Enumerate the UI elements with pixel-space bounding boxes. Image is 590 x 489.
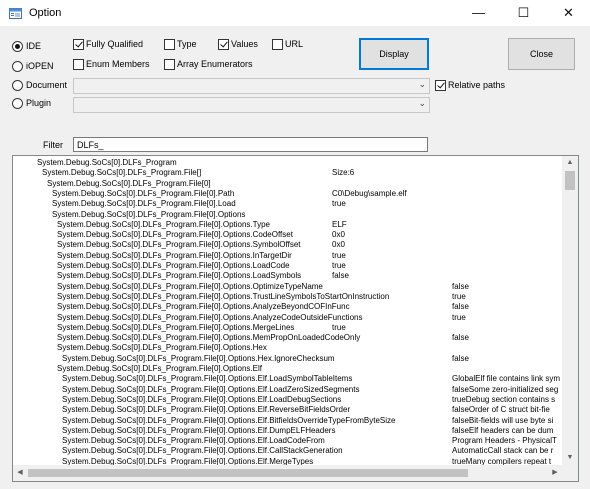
tree-item-value: ELF <box>332 219 347 229</box>
tree-item-value-extra: false <box>452 333 469 343</box>
radio-ide-label[interactable]: IDE <box>26 41 41 52</box>
scroll-right-icon[interactable]: ▶ <box>549 465 561 481</box>
tree-item-name[interactable]: System.Debug.SoCs[0].DLFs_Program.File[0… <box>47 179 211 189</box>
tree-item-name[interactable]: System.Debug.SoCs[0].DLFs_Program.File[0… <box>57 333 360 343</box>
filter-label: Filter <box>43 140 63 150</box>
app-icon <box>9 8 22 19</box>
close-button[interactable]: Close <box>508 38 575 70</box>
scroll-up-icon[interactable]: ▲ <box>562 157 578 169</box>
horizontal-scroll-thumb[interactable] <box>28 469 468 477</box>
scroll-down-icon[interactable]: ▼ <box>562 452 578 464</box>
filter-input[interactable]: DLFs_ <box>73 137 428 152</box>
radio-document-label[interactable]: Document <box>26 80 67 91</box>
fully-qualified-label[interactable]: Fully Qualified <box>86 39 143 50</box>
relative-paths-label[interactable]: Relative paths <box>448 80 505 91</box>
tree-item-value-extra: falseSome zero-initialized seg <box>452 384 559 394</box>
tree-item-name[interactable]: System.Debug.SoCs[0].DLFs_Program.File[0… <box>57 261 290 271</box>
horizontal-scrollbar[interactable]: ◀ ▶ <box>13 465 562 481</box>
tree-item-name[interactable]: System.Debug.SoCs[0].DLFs_Program.File[0… <box>62 436 325 446</box>
tree-item-name[interactable]: System.Debug.SoCs[0].DLFs_Program.File[0… <box>57 323 294 333</box>
display-button[interactable]: Display <box>359 38 429 70</box>
tree-item-value-extra: GlobalElf file contains link sym <box>452 374 561 384</box>
document-combobox[interactable]: ⌄ <box>73 78 430 94</box>
values-label[interactable]: Values <box>231 39 258 50</box>
tree-item-name[interactable]: System.Debug.SoCs[0].DLFs_Program.File[0… <box>57 343 267 353</box>
tree-item-name[interactable]: System.Debug.SoCs[0].DLFs_Program.File[0… <box>62 385 359 395</box>
tree-item-name[interactable]: System.Debug.SoCs[0].DLFs_Program.File[0… <box>57 313 362 323</box>
enum-members-checkbox[interactable] <box>73 59 84 70</box>
tree-item-value-extra: false <box>452 353 469 363</box>
radio-ide[interactable] <box>12 41 23 52</box>
tree-item-name[interactable]: System.Debug.SoCs[0].DLFs_Program.File[0… <box>52 199 236 209</box>
radio-plugin-label[interactable]: Plugin <box>26 98 51 109</box>
tree-item-value: 0x0 <box>332 240 345 250</box>
scrollbar-corner <box>562 465 578 481</box>
tree-item-name[interactable]: System.Debug.SoCs[0].DLFs_Program.File[0… <box>57 271 301 281</box>
type-label[interactable]: Type <box>177 39 197 50</box>
minimize-button[interactable]: — <box>456 0 501 26</box>
tree-item-value: C0\Debug\sample.elf <box>332 188 407 198</box>
tree-item-name[interactable]: System.Debug.SoCs[0].DLFs_Program <box>37 158 177 168</box>
tree-item-name[interactable]: System.Debug.SoCs[0].DLFs_Program.File[0… <box>57 302 350 312</box>
vertical-scrollbar[interactable]: ▲ ▼ <box>562 156 578 465</box>
tree-item-value: 0x0 <box>332 230 345 240</box>
tree-item-value-extra: falseOrder of C struct bit-fie <box>452 405 550 415</box>
tree-item-value-extra: false <box>452 281 469 291</box>
tree-item-value: Size:6 <box>332 168 355 178</box>
plugin-combobox[interactable]: ⌄ <box>73 97 430 113</box>
url-checkbox[interactable] <box>272 39 283 50</box>
tree-item-name[interactable]: System.Debug.SoCs[0].DLFs_Program.File[0… <box>57 282 323 292</box>
radio-iopen-label[interactable]: iOPEN <box>26 61 54 72</box>
tree-item-value-extra: trueDebug section contains s <box>452 394 556 404</box>
array-enumerators-checkbox[interactable] <box>164 59 175 70</box>
tree-item-name[interactable]: System.Debug.SoCs[0].DLFs_Program.File[0… <box>57 292 389 302</box>
tree-item-name[interactable]: System.Debug.SoCs[0].DLFs_Program.File[0… <box>57 220 270 230</box>
tree-item-name[interactable]: System.Debug.SoCs[0].DLFs_Program.File[0… <box>62 395 341 405</box>
results-tree[interactable]: System.Debug.SoCs[0].DLFs_Program System.… <box>12 155 579 482</box>
radio-plugin[interactable] <box>12 98 23 109</box>
tree-item-value-extra: AutomaticCall stack can be r <box>452 446 554 456</box>
maximize-button[interactable]: ☐ <box>501 0 546 26</box>
enum-members-label[interactable]: Enum Members <box>86 59 150 70</box>
tree-item-value-extra: true <box>452 312 466 322</box>
chevron-down-icon: ⌄ <box>418 98 426 108</box>
tree-item-name[interactable]: System.Debug.SoCs[0].DLFs_Program.File[0… <box>62 426 335 436</box>
tree-item-name[interactable]: System.Debug.SoCs[0].DLFs_Program.File[0… <box>57 240 301 250</box>
window-title: Option <box>29 7 62 19</box>
tree-item-value: false <box>332 271 349 281</box>
tree-item-name[interactable]: System.Debug.SoCs[0].DLFs_Program.File[0… <box>57 230 293 240</box>
tree-item-value: true <box>332 199 346 209</box>
tree-item-value-extra: false <box>452 302 469 312</box>
fully-qualified-checkbox[interactable] <box>73 39 84 50</box>
tree-item-name[interactable]: System.Debug.SoCs[0].DLFs_Program.File[0… <box>62 416 395 426</box>
type-checkbox[interactable] <box>164 39 175 50</box>
radio-document[interactable] <box>12 80 23 91</box>
tree-item-name[interactable]: System.Debug.SoCs[0].DLFs_Program.File[0… <box>62 446 343 456</box>
tree-item-name[interactable]: System.Debug.SoCs[0].DLFs_Program.File[0… <box>52 210 245 220</box>
tree-item-value-extra: falseBit-fields will use byte si <box>452 415 554 425</box>
tree-item-name[interactable]: System.Debug.SoCs[0].DLFs_Program.File[0… <box>62 405 350 415</box>
close-window-button[interactable]: ✕ <box>546 0 590 26</box>
tree-item-value: true <box>332 322 346 332</box>
tree-item-name[interactable]: System.Debug.SoCs[0].DLFs_Program.File[0… <box>62 374 352 384</box>
scroll-left-icon[interactable]: ◀ <box>14 465 26 481</box>
tree-item-name[interactable]: System.Debug.SoCs[0].DLFs_Program.File[0… <box>57 364 262 374</box>
url-label[interactable]: URL <box>285 39 303 50</box>
tree-item-name[interactable]: System.Debug.SoCs[0].DLFs_Program.File[0… <box>57 251 292 261</box>
tree-item-value-extra: true <box>452 291 466 301</box>
vertical-scroll-thumb[interactable] <box>565 171 575 190</box>
tree-item-value-extra: Program Headers - PhysicalT <box>452 436 557 446</box>
tree-item-value: true <box>332 261 346 270</box>
relative-paths-checkbox[interactable] <box>435 80 446 91</box>
tree-item-value: true <box>332 250 346 260</box>
tree-item-name[interactable]: System.Debug.SoCs[0].DLFs_Program.File[] <box>42 168 201 178</box>
tree-item-name[interactable]: System.Debug.SoCs[0].DLFs_Program.File[0… <box>52 189 234 199</box>
array-enumerators-label[interactable]: Array Enumerators <box>177 59 253 70</box>
chevron-down-icon: ⌄ <box>418 79 426 89</box>
title-bar: Option — ☐ ✕ <box>0 0 590 26</box>
tree-item-name[interactable]: System.Debug.SoCs[0].DLFs_Program.File[0… <box>62 354 335 364</box>
tree-item-value-extra: falseElf headers can be dum <box>452 425 554 435</box>
radio-iopen[interactable] <box>12 61 23 72</box>
values-checkbox[interactable] <box>218 39 229 50</box>
